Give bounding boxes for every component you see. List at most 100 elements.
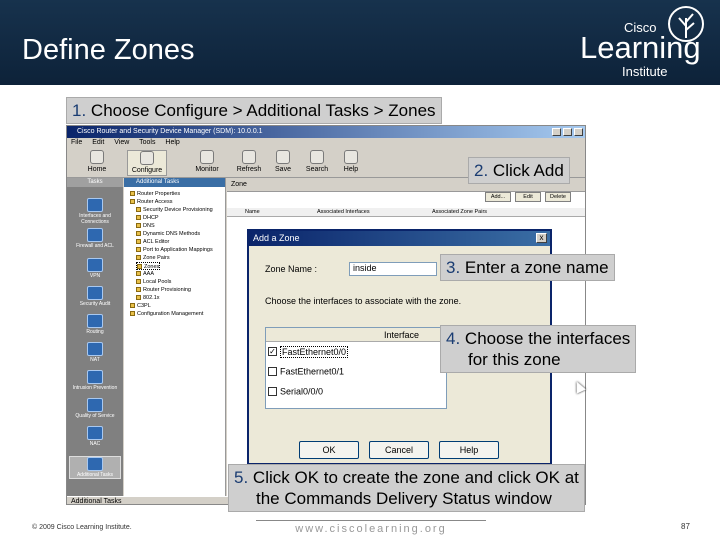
zones-table-header: Name Associated Interfaces Associated Zo… [227, 208, 585, 217]
task-nac[interactable]: NAC [69, 426, 121, 447]
interface-row[interactable]: ✓ FastEthernet0/0 [268, 344, 349, 358]
task-security-audit[interactable]: Security Audit [69, 286, 121, 307]
interface-row[interactable]: Serial0/0/0 [268, 384, 323, 398]
tree-item[interactable]: Router Properties [130, 190, 180, 198]
help-icon [344, 150, 358, 164]
folder-icon [136, 215, 141, 221]
folder-icon [130, 191, 135, 197]
callout-step-1: 1. Choose Configure > Additional Tasks >… [66, 97, 442, 124]
logo-learning-text: Learning [580, 30, 701, 65]
help-button[interactable]: Help [439, 441, 499, 459]
menu-bar: File Edit View Tools Help [67, 138, 585, 148]
folder-icon [136, 255, 141, 261]
add-zone-button[interactable]: Add... [485, 192, 511, 202]
callout-step-5: 5. Click OK to create the zone and click… [228, 464, 585, 512]
ok-button[interactable]: OK [299, 441, 359, 459]
configure-icon [140, 151, 154, 165]
home-icon [90, 150, 104, 164]
slide-header: Define Zones Cisco Learning Institute [0, 0, 720, 85]
tree-header: Additional Tasks [124, 178, 225, 187]
search-icon [310, 150, 324, 164]
cisco-learning-institute-logo: Cisco Learning Institute [580, 2, 715, 82]
logo-institute-text: Institute [622, 64, 668, 79]
menu-help[interactable]: Help [165, 139, 179, 146]
tree-item[interactable]: Configuration Management [130, 310, 203, 318]
col-interfaces: Associated Interfaces [317, 209, 370, 215]
folder-icon [137, 264, 142, 270]
additional-tasks-icon [87, 457, 103, 471]
zone-name-input[interactable]: inside [349, 262, 437, 276]
task-additional-tasks[interactable]: Additional Tasks [69, 456, 121, 479]
task-interfaces[interactable]: Interfaces and Connections [69, 198, 121, 225]
footer-url: www.ciscolearning.org [256, 520, 486, 535]
routing-icon [87, 314, 103, 328]
interface-checkbox[interactable] [268, 387, 277, 397]
tree-item[interactable]: Router Provisioning [136, 286, 191, 294]
callout-step-3: 3. Enter a zone name [440, 254, 615, 281]
toolbar-home-button[interactable]: Home [77, 150, 117, 173]
interface-checkbox[interactable]: ✓ [268, 347, 277, 357]
vpn-icon [87, 258, 103, 272]
firewall-icon [87, 228, 103, 242]
maximize-button[interactable] [563, 128, 572, 136]
tree-item[interactable]: Security Device Provisioning [136, 206, 213, 214]
minimize-button[interactable] [552, 128, 561, 136]
task-intrusion-prevention[interactable]: Intrusion Prevention [69, 370, 121, 391]
close-window-button[interactable] [574, 128, 583, 136]
task-firewall[interactable]: Firewall and ACL [69, 228, 121, 249]
folder-icon [136, 247, 141, 253]
tree-item[interactable]: Port to Application Mappings [136, 246, 213, 254]
interface-checkbox[interactable] [268, 367, 277, 377]
delete-zone-button[interactable]: Delete [545, 192, 571, 202]
folder-icon [136, 295, 141, 301]
toolbar-monitor-button[interactable]: Monitor [187, 150, 227, 173]
menu-file[interactable]: File [71, 139, 82, 146]
col-name: Name [245, 209, 260, 215]
tasks-pane-header: Tasks [67, 178, 123, 187]
dialog-close-button[interactable]: x [536, 233, 547, 243]
refresh-icon [242, 150, 256, 164]
tree-item[interactable]: Router Access [130, 198, 172, 206]
menu-tools[interactable]: Tools [139, 139, 155, 146]
task-routing[interactable]: Routing [69, 314, 121, 335]
sdm-window-titlebar: Cisco Router and Security Device Manager… [67, 126, 585, 138]
task-vpn[interactable]: VPN [69, 258, 121, 279]
nat-icon [87, 342, 103, 356]
tree-item[interactable]: C3PL [130, 302, 151, 310]
interfaces-icon [87, 198, 103, 212]
tree-item[interactable]: ACL Editor [136, 238, 169, 246]
interface-instruction: Choose the interfaces to associate with … [265, 296, 462, 306]
interface-row[interactable]: FastEthernet0/1 [268, 364, 344, 378]
folder-icon [136, 279, 141, 285]
tree-item-zones[interactable]: Zones [136, 262, 161, 270]
tree-item[interactable]: DHCP [136, 214, 159, 222]
save-icon [276, 150, 290, 164]
cancel-button[interactable]: Cancel [369, 441, 429, 459]
tree-item[interactable]: DNS [136, 222, 155, 230]
callout-step-2: 2. Click Add [468, 157, 570, 184]
tree-item[interactable]: Zone Pairs [136, 254, 170, 262]
tree-item[interactable]: Dynamic DNS Methods [136, 230, 200, 238]
monitor-icon [200, 150, 214, 164]
callout-step-4: 4. Choose the interfaces for this zone [440, 325, 637, 373]
additional-tasks-tree: Additional Tasks Router Properties Route… [124, 178, 226, 496]
security-audit-icon [87, 286, 103, 300]
toolbar-configure-button[interactable]: Configure [127, 150, 167, 176]
zone-name-label: Zone Name : [265, 264, 318, 274]
nac-icon [87, 426, 103, 440]
tree-item[interactable]: AAA [136, 270, 154, 278]
col-zone-pairs: Associated Zone Pairs [432, 209, 488, 215]
task-nat[interactable]: NAT [69, 342, 121, 363]
tree-item[interactable]: Local Pools [136, 278, 171, 286]
tree-item[interactable]: 802.1x [136, 294, 160, 302]
intrusion-prevention-icon [87, 370, 103, 384]
menu-view[interactable]: View [114, 139, 129, 146]
task-qos[interactable]: Quality of Service [69, 398, 121, 419]
edit-zone-button[interactable]: Edit [515, 192, 541, 202]
folder-icon [136, 207, 141, 213]
toolbar-help-button[interactable]: Help [331, 150, 371, 173]
folder-icon [130, 303, 135, 309]
folder-icon [136, 239, 141, 245]
menu-edit[interactable]: Edit [92, 139, 104, 146]
footer-copyright: © 2009 Cisco Learning Institute. [32, 524, 132, 531]
